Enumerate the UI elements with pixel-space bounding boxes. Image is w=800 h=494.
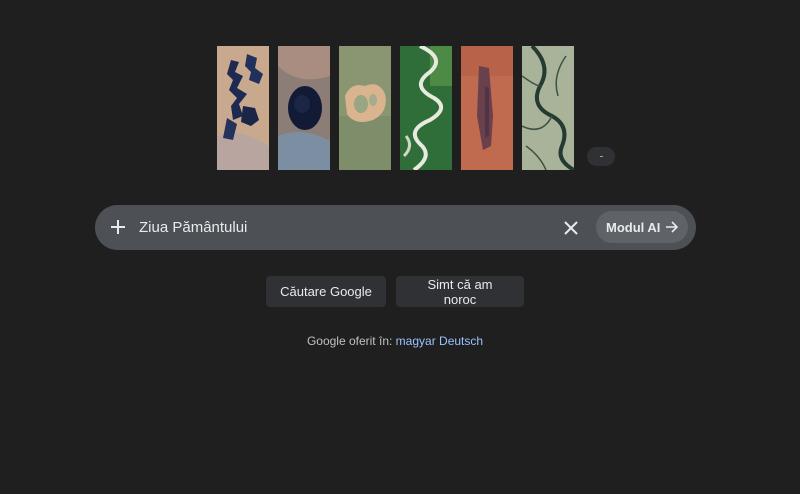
ai-mode-button[interactable]: Modul AI — [596, 211, 688, 243]
google-search-button[interactable]: Căutare Google — [266, 276, 386, 307]
language-link-deutsch[interactable]: Deutsch — [439, 334, 483, 348]
language-offer: Google oferit în: magyar Deutsch — [0, 334, 790, 348]
earth-tile-lakes[interactable] — [217, 46, 269, 170]
earth-tile-river[interactable] — [400, 46, 452, 170]
earth-tile-crater[interactable] — [278, 46, 330, 170]
search-bar: Modul AI — [95, 205, 696, 250]
feeling-lucky-button[interactable]: Simt că am noroc — [396, 276, 524, 307]
earth-day-doodle[interactable] — [217, 46, 617, 171]
search-input[interactable] — [139, 217, 539, 239]
earth-tile-island[interactable] — [339, 46, 391, 170]
earth-tile-delta[interactable] — [522, 46, 574, 170]
close-icon[interactable] — [560, 217, 582, 239]
language-prefix: Google oferit în: — [306, 334, 393, 348]
ai-mode-label: Modul AI — [606, 219, 661, 235]
language-link-magyar[interactable]: magyar — [396, 334, 436, 348]
plus-icon[interactable] — [107, 216, 129, 238]
arrow-right-icon — [666, 221, 679, 233]
google-homepage: Modul AI Căutare Google Simt că am noroc… — [0, 0, 800, 494]
share-icon[interactable] — [587, 147, 615, 166]
earth-tile-desert[interactable] — [461, 46, 513, 170]
